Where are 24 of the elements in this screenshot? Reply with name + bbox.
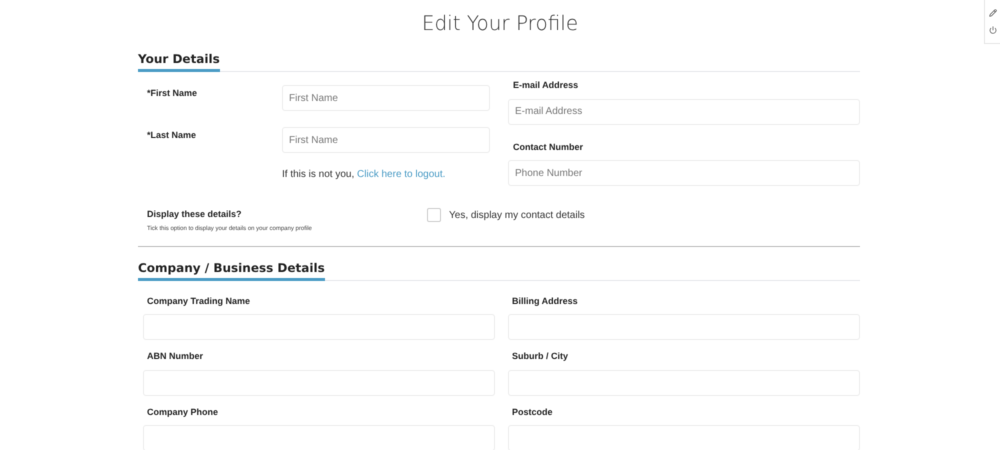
logout-link[interactable]: Click here to logout. — [357, 169, 446, 180]
section-heading: Company / Business Details — [138, 258, 325, 280]
logout-note: If this is not you, Click here to logout. — [282, 169, 446, 180]
field-label: Company Trading Name — [146, 294, 252, 308]
field-label: Billing Address — [511, 294, 579, 308]
text-field[interactable]: First Name — [282, 85, 490, 111]
field-label: ABN Number — [146, 350, 204, 363]
section-heading: Your Details — [138, 50, 220, 72]
text-field[interactable]: First Name — [282, 127, 490, 153]
power-icon[interactable] — [988, 26, 996, 34]
field-label: *Last Name — [147, 129, 198, 142]
field-label: Company Phone — [146, 406, 220, 419]
checkbox-label: Yes, display my contact details — [449, 209, 585, 223]
page-title: Edit Your Profile — [422, 10, 578, 36]
checkbox[interactable] — [427, 208, 441, 222]
field-label: Suburb / City — [511, 350, 569, 363]
field-label: E-mail Address — [512, 79, 580, 92]
field-label: Postcode — [511, 406, 554, 418]
field-label: Contact Number — [512, 140, 584, 154]
field-label: *First Name — [147, 87, 198, 100]
text-field[interactable]: E-mail Address — [508, 98, 860, 124]
pencil-icon[interactable] — [988, 8, 996, 17]
field-label: Display these details? — [147, 208, 243, 221]
text-field[interactable]: Phone Number — [508, 160, 860, 186]
